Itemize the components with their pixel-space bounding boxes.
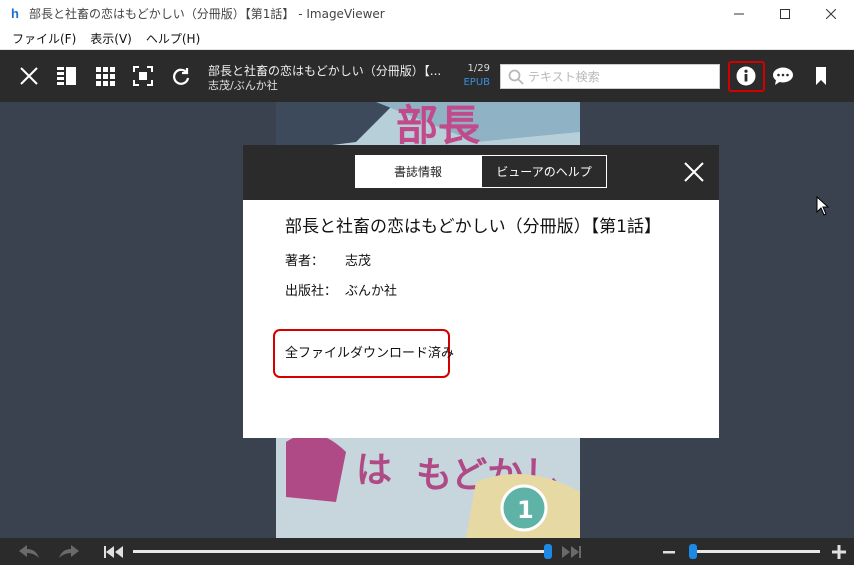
tab-viewer-help[interactable]: ビューアのヘルプ: [481, 155, 607, 188]
author-value: 志茂: [345, 254, 372, 269]
author-label: 著者：: [285, 254, 325, 269]
minimize-button[interactable]: [716, 0, 762, 27]
minimize-icon: [734, 13, 744, 14]
dialog-header: 書誌情報 ビューアのヘルプ: [243, 145, 719, 200]
window-title: 部長と社畜の恋はもどかしい（分冊版）【第1話】 - ImageViewer: [29, 7, 385, 21]
viewer-toolbar: 部長と社畜の恋はもどかしい（分冊版）【... 志茂/ぶんか社 1/29 EPUB: [0, 50, 854, 102]
comment-icon: [773, 67, 793, 85]
fit-screen-icon: [133, 66, 153, 86]
svg-text:部長: 部長: [396, 102, 481, 150]
info-icon: [736, 66, 756, 86]
search-box[interactable]: [500, 64, 720, 89]
grid-view-button[interactable]: [92, 63, 118, 89]
book-info-title: 部長と社畜の恋はもどかしい（分冊版）【第1話】: [285, 217, 661, 237]
dialog-close-button[interactable]: [681, 159, 707, 185]
bookmark-button[interactable]: [808, 63, 834, 89]
last-page-button[interactable]: [560, 542, 582, 562]
redo-icon: [59, 545, 79, 558]
zoom-slider-thumb[interactable]: [689, 544, 697, 559]
undo-button[interactable]: [18, 542, 40, 562]
tab-book-info[interactable]: 書誌情報: [355, 155, 481, 188]
menu-view[interactable]: 表示(V): [90, 30, 132, 47]
navigation-bar: [0, 538, 854, 565]
zoom-out-button[interactable]: [658, 542, 680, 562]
skip-to-start-icon: [104, 546, 123, 558]
svg-text:1: 1: [517, 496, 534, 524]
skip-to-end-icon: [562, 546, 581, 558]
author-row: 著者： 志茂: [285, 250, 371, 269]
app-icon: h: [11, 5, 19, 21]
grid-icon: [96, 67, 115, 86]
svg-text:は: は: [356, 450, 392, 491]
format-label: EPUB: [463, 77, 490, 88]
toc-icon: [57, 67, 76, 85]
book-info-dialog: 書誌情報 ビューアのヘルプ 部長と社畜の恋はもどかしい（分冊版）【第1話】 著者…: [243, 145, 719, 438]
fit-screen-button[interactable]: [130, 63, 156, 89]
menu-bar: ファイル(F) 表示(V) ヘルプ(H): [0, 27, 854, 50]
bookmark-icon: [816, 67, 826, 85]
close-icon: [826, 8, 836, 19]
first-page-button[interactable]: [103, 542, 125, 562]
comment-button[interactable]: [770, 63, 796, 89]
menu-help[interactable]: ヘルプ(H): [146, 30, 200, 47]
search-icon: [508, 69, 524, 85]
book-author: 志茂/ぶんか社: [208, 79, 278, 92]
publisher-label: 出版社：: [285, 284, 338, 299]
title-bar: h 部長と社畜の恋はもどかしい（分冊版）【第1話】 - ImageViewer: [0, 0, 854, 27]
maximize-button[interactable]: [762, 0, 808, 27]
redo-button[interactable]: [58, 542, 80, 562]
zoom-slider-track[interactable]: [689, 550, 820, 553]
zoom-in-button[interactable]: [828, 542, 850, 562]
close-window-button[interactable]: [808, 0, 854, 27]
close-icon: [684, 162, 704, 182]
zoom-out-icon: [663, 551, 675, 554]
mouse-cursor-icon: [816, 196, 830, 216]
menu-file[interactable]: ファイル(F): [12, 30, 76, 47]
download-status: 全ファイルダウンロード済み: [285, 346, 455, 361]
publisher-row: 出版社： ぶんか社: [285, 280, 397, 299]
page-slider-thumb[interactable]: [544, 544, 552, 559]
info-button[interactable]: [733, 63, 759, 89]
publisher-value: ぶんか社: [345, 284, 398, 299]
search-input[interactable]: [528, 69, 718, 84]
toc-button[interactable]: [54, 63, 80, 89]
maximize-icon: [780, 8, 790, 19]
rotate-icon: [173, 68, 190, 85]
zoom-in-icon: [832, 545, 846, 559]
close-book-button[interactable]: [16, 63, 42, 89]
rotate-button[interactable]: [168, 63, 194, 89]
page-indicator: 1/29: [467, 63, 490, 74]
close-icon: [20, 67, 38, 85]
page-slider-track[interactable]: [133, 550, 548, 553]
undo-icon: [19, 545, 39, 558]
